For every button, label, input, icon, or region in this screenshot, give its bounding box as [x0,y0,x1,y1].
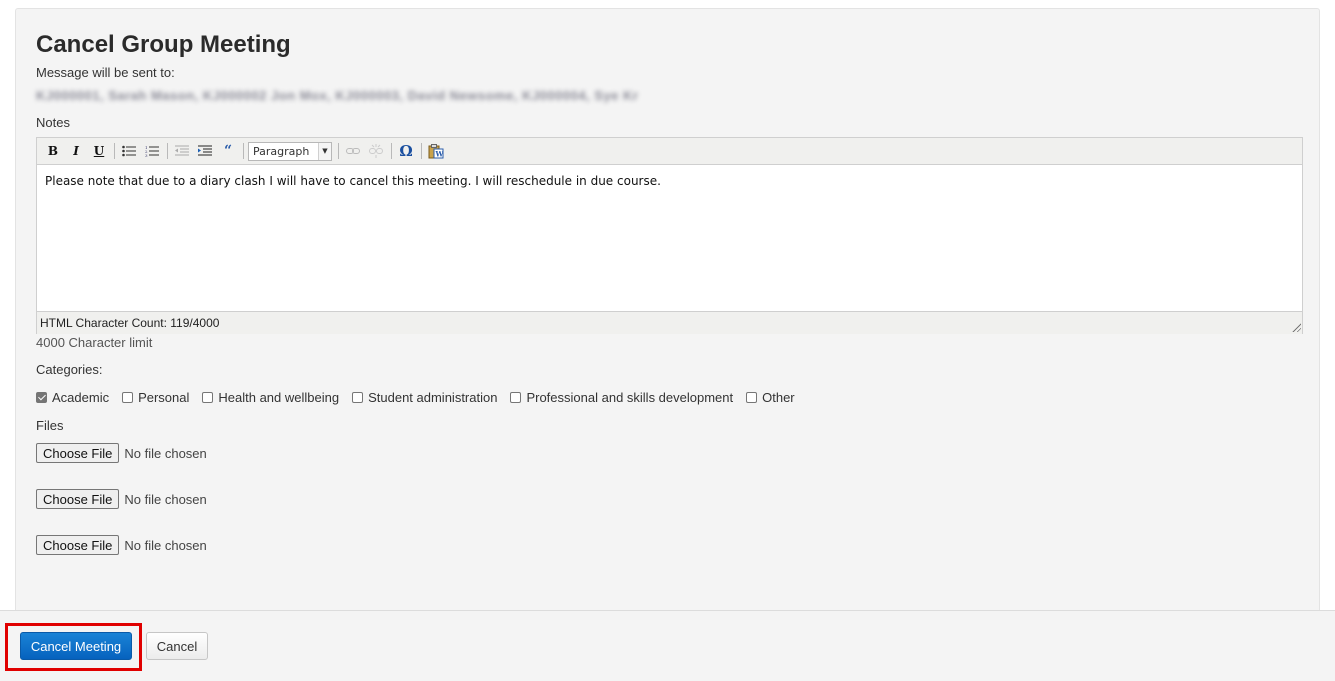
file-input-1: Choose File No file chosen [36,443,207,463]
paste-word-icon: W [428,143,444,158]
numbered-list-icon: 123 [145,145,159,157]
outdent-icon [175,145,189,156]
bullet-list-icon [122,145,136,157]
character-limit-text: 4000 Character limit [36,335,153,350]
editor-toolbar: B I U 123 “ Paragraph ▼ Ω W [37,138,1302,165]
toolbar-separator [391,143,392,159]
cancel-meeting-panel: Cancel Group Meeting Message will be sen… [15,8,1320,610]
category-personal[interactable]: Personal [122,390,189,405]
blockquote-button[interactable]: “ [218,141,238,161]
svg-text:3: 3 [145,153,148,157]
character-count: HTML Character Count: 119/4000 [37,312,1302,334]
category-label: Professional and skills development [526,390,734,405]
categories-group: Academic Personal Health and wellbeing S… [36,390,808,405]
choose-file-button[interactable]: Choose File [36,535,120,555]
notes-editor: B I U 123 “ Paragraph ▼ Ω W Please note … [36,137,1303,334]
outdent-button[interactable] [172,141,192,161]
file-status: No file chosen [124,537,207,553]
checkbox[interactable] [122,392,134,403]
unlink-icon [369,144,383,158]
quote-icon: “ [223,143,233,159]
toolbar-separator [421,143,422,159]
bullet-list-button[interactable] [119,141,139,161]
format-select[interactable]: Paragraph ▼ [248,141,332,161]
category-academic[interactable]: Academic [36,390,109,405]
files-label: Files [36,418,64,433]
category-label: Other [762,390,795,405]
file-status: No file chosen [124,445,207,461]
checkbox[interactable] [510,392,522,403]
numbered-list-button[interactable]: 123 [142,141,162,161]
notes-label: Notes [36,115,70,130]
notes-textarea[interactable]: Please note that due to a diary clash I … [37,165,1302,312]
category-professional-skills[interactable]: Professional and skills development [510,390,733,405]
choose-file-button[interactable]: Choose File [36,443,120,463]
category-label: Student administration [368,390,498,405]
category-student-administration[interactable]: Student administration [352,390,497,405]
cancel-meeting-button[interactable]: Cancel Meeting [20,632,132,660]
link-icon [346,148,360,154]
bold-button[interactable]: B [43,141,63,161]
paste-from-word-button[interactable]: W [426,141,446,161]
checkbox[interactable] [202,392,214,403]
category-label: Personal [138,390,190,405]
format-select-value: Paragraph [253,144,310,158]
category-health-and-wellbeing[interactable]: Health and wellbeing [202,390,339,405]
svg-text:W: W [435,149,444,158]
underline-button[interactable]: U [89,141,109,161]
category-other[interactable]: Other [746,390,795,405]
link-button[interactable] [343,141,363,161]
choose-file-button[interactable]: Choose File [36,489,120,509]
toolbar-separator [338,143,339,159]
special-character-button[interactable]: Ω [396,141,416,161]
cancel-button[interactable]: Cancel [146,632,208,660]
file-input-2: Choose File No file chosen [36,489,207,509]
checkbox[interactable] [746,392,758,403]
sent-to-label: Message will be sent to: [36,65,175,80]
toolbar-separator [114,143,115,159]
checkbox[interactable] [36,392,47,403]
dialog-footer: Cancel Meeting Cancel [0,610,1335,681]
category-label: Health and wellbeing [218,390,340,405]
file-input-3: Choose File No file chosen [36,535,207,555]
category-label: Academic [52,390,110,405]
toolbar-separator [167,143,168,159]
categories-label: Categories: [36,362,103,377]
omega-icon: Ω [399,142,413,160]
indent-button[interactable] [195,141,215,161]
page-title: Cancel Group Meeting [36,31,291,58]
indent-icon [198,145,212,156]
chevron-down-icon: ▼ [318,142,331,160]
italic-button[interactable]: I [66,141,86,161]
checkbox[interactable] [352,392,364,403]
recipients-list: KJ000001, Sarah Mason, KJ000002 Jon Mox,… [36,88,639,103]
unlink-button[interactable] [366,141,386,161]
file-status: No file chosen [124,491,207,507]
toolbar-separator [243,143,244,159]
